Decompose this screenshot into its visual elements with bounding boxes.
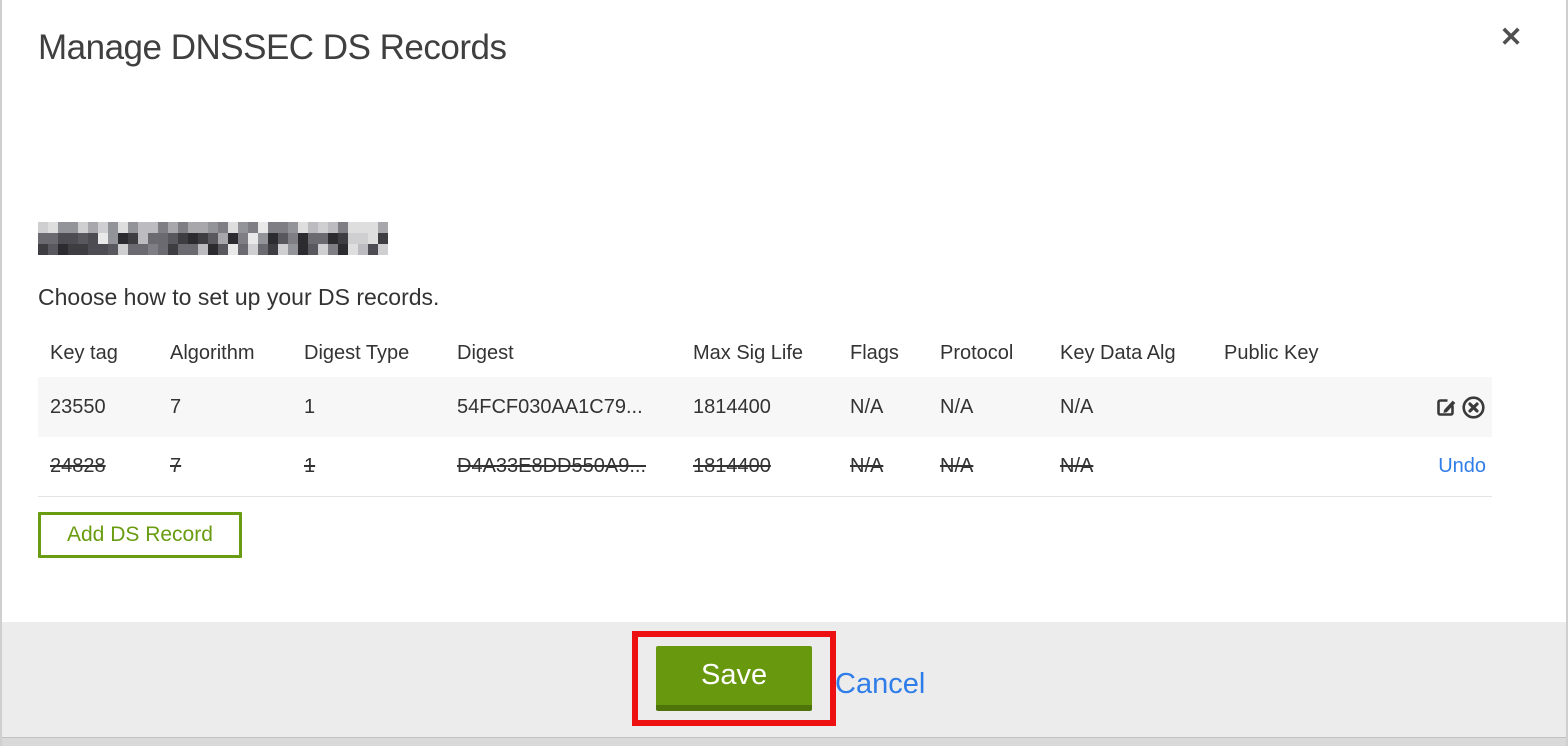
column-header-digest: Digest bbox=[457, 342, 514, 364]
delete-icon[interactable] bbox=[1460, 394, 1486, 420]
cell-key-data-alg: N/A bbox=[1060, 395, 1094, 418]
column-header-max-sig-life: Max Sig Life bbox=[693, 342, 804, 364]
cell-algorithm: 7 bbox=[170, 455, 182, 477]
add-ds-record-button[interactable]: Add DS Record bbox=[38, 512, 242, 558]
column-header-digest-type: Digest Type bbox=[304, 342, 410, 364]
cell-algorithm: 7 bbox=[170, 395, 182, 418]
page-title: Manage DNSSEC DS Records bbox=[38, 28, 507, 67]
column-header-protocol: Protocol bbox=[940, 342, 1014, 364]
column-header-algorithm: Algorithm bbox=[170, 342, 255, 364]
ds-records-table: Key tag Algorithm Digest Type Digest Max… bbox=[38, 330, 1492, 497]
table-row: 23550 7 1 54FCF030AA1C79... 1814400 N/A … bbox=[38, 377, 1492, 437]
cancel-link[interactable]: Cancel bbox=[835, 668, 925, 701]
row-actions: Undo bbox=[1398, 455, 1492, 478]
column-header-public-key: Public Key bbox=[1224, 342, 1319, 364]
cell-protocol: N/A bbox=[940, 395, 974, 418]
edit-icon[interactable] bbox=[1433, 394, 1459, 420]
redacted-domain-pixelation bbox=[38, 222, 388, 255]
cell-key-tag: 23550 bbox=[50, 395, 106, 418]
instruction-text: Choose how to set up your DS records. bbox=[38, 284, 440, 310]
close-icon[interactable]: ✕ bbox=[1494, 20, 1528, 54]
cell-digest: 54FCF030AA1C79... bbox=[457, 395, 643, 418]
save-button[interactable]: Save bbox=[656, 646, 813, 711]
cell-key-data-alg: N/A bbox=[1060, 455, 1094, 477]
save-highlight-annotation: Save bbox=[632, 631, 837, 726]
column-header-key-tag: Key tag bbox=[50, 342, 118, 364]
table-header-row: Key tag Algorithm Digest Type Digest Max… bbox=[38, 330, 1492, 377]
undo-link[interactable]: Undo bbox=[1438, 455, 1486, 478]
cell-digest: D4A33E8DD550A9... bbox=[457, 455, 647, 477]
cell-max-sig-life: 1814400 bbox=[693, 455, 771, 477]
column-header-key-data-alg: Key Data Alg bbox=[1060, 342, 1176, 364]
cell-flags: N/A bbox=[850, 455, 884, 477]
cell-protocol: N/A bbox=[940, 455, 974, 477]
column-header-flags: Flags bbox=[850, 342, 899, 364]
cell-key-tag: 24828 bbox=[50, 455, 106, 477]
cell-flags: N/A bbox=[850, 395, 884, 418]
row-actions bbox=[1398, 394, 1492, 420]
cell-digest-type: 1 bbox=[304, 455, 316, 477]
cell-digest-type: 1 bbox=[304, 395, 316, 418]
table-row-deleted: 24828 7 1 D4A33E8DD550A9... 1814400 N/A … bbox=[38, 437, 1492, 497]
window-bottom-edge bbox=[2, 737, 1566, 746]
cell-max-sig-life: 1814400 bbox=[693, 395, 771, 418]
